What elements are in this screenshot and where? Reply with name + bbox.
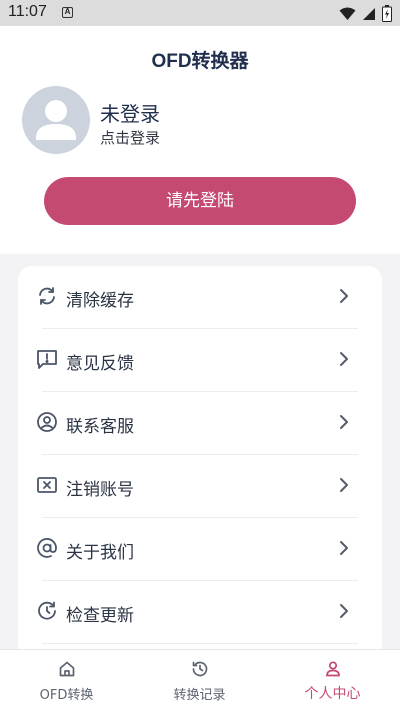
menu-item-label: 联系客服 — [66, 417, 134, 437]
menu-item-feedback[interactable]: 意见反馈 — [18, 329, 382, 391]
menu-item-label: 检查更新 — [66, 606, 134, 626]
user-circle-icon — [37, 412, 57, 432]
status-icons — [339, 5, 392, 22]
tab-label: 个人中心 — [304, 686, 361, 702]
menu-item-label: 关于我们 — [66, 543, 134, 563]
status-time: 11:07 — [8, 3, 47, 20]
home-icon — [59, 661, 75, 677]
bottom-tab-bar: OFD转换 转换记录 个人中心 — [0, 649, 400, 711]
update-icon — [38, 601, 56, 620]
status-bar: 11:07 A — [0, 0, 400, 26]
profile-header: OFD转换器 未登录 点击登录 请先登陆 — [0, 26, 400, 254]
tab-convert-history[interactable]: 转换记录 — [133, 650, 266, 711]
tab-ofd-convert[interactable]: OFD转换 — [0, 650, 133, 711]
menu-item-label: 意见反馈 — [66, 354, 134, 374]
signal-icon — [363, 7, 375, 20]
at-icon — [37, 538, 57, 558]
avatar-placeholder-icon — [36, 100, 76, 140]
tab-personal-center[interactable]: 个人中心 — [266, 650, 399, 711]
login-status-text[interactable]: 未登录 — [100, 98, 160, 127]
login-button[interactable]: 请先登陆 — [44, 177, 356, 225]
divider — [42, 643, 358, 644]
feedback-icon — [37, 350, 57, 369]
chevron-right-icon — [340, 415, 348, 429]
menu-item-delete-account[interactable]: 注销账号 — [18, 455, 382, 517]
menu-item-label: 注销账号 — [66, 480, 134, 500]
page-title: OFD转换器 — [151, 51, 249, 72]
chevron-right-icon — [340, 352, 348, 366]
menu-item-check-update[interactable]: 检查更新 — [18, 581, 382, 643]
tab-label: OFD转换 — [39, 688, 94, 703]
settings-menu: 清除缓存 意见反馈 联系客服 注销账号 关于我们 检查更新 — [18, 266, 382, 666]
menu-item-contact-support[interactable]: 联系客服 — [18, 392, 382, 454]
wifi-icon — [339, 7, 356, 20]
chevron-right-icon — [340, 289, 348, 303]
menu-item-about-us[interactable]: 关于我们 — [18, 518, 382, 580]
menu-item-label: 清除缓存 — [66, 291, 134, 311]
refresh-icon — [39, 287, 55, 305]
avatar[interactable] — [22, 86, 90, 154]
battery-icon — [382, 5, 392, 22]
close-box-icon — [37, 477, 57, 493]
status-a-badge: A — [62, 7, 73, 18]
login-hint-link[interactable]: 点击登录 — [100, 127, 160, 148]
chevron-right-icon — [340, 541, 348, 555]
chevron-right-icon — [340, 604, 348, 618]
menu-item-clear-cache[interactable]: 清除缓存 — [18, 266, 382, 328]
history-icon — [192, 661, 208, 677]
person-icon — [326, 661, 340, 677]
chevron-right-icon — [340, 478, 348, 492]
tab-label: 转换记录 — [173, 688, 226, 703]
